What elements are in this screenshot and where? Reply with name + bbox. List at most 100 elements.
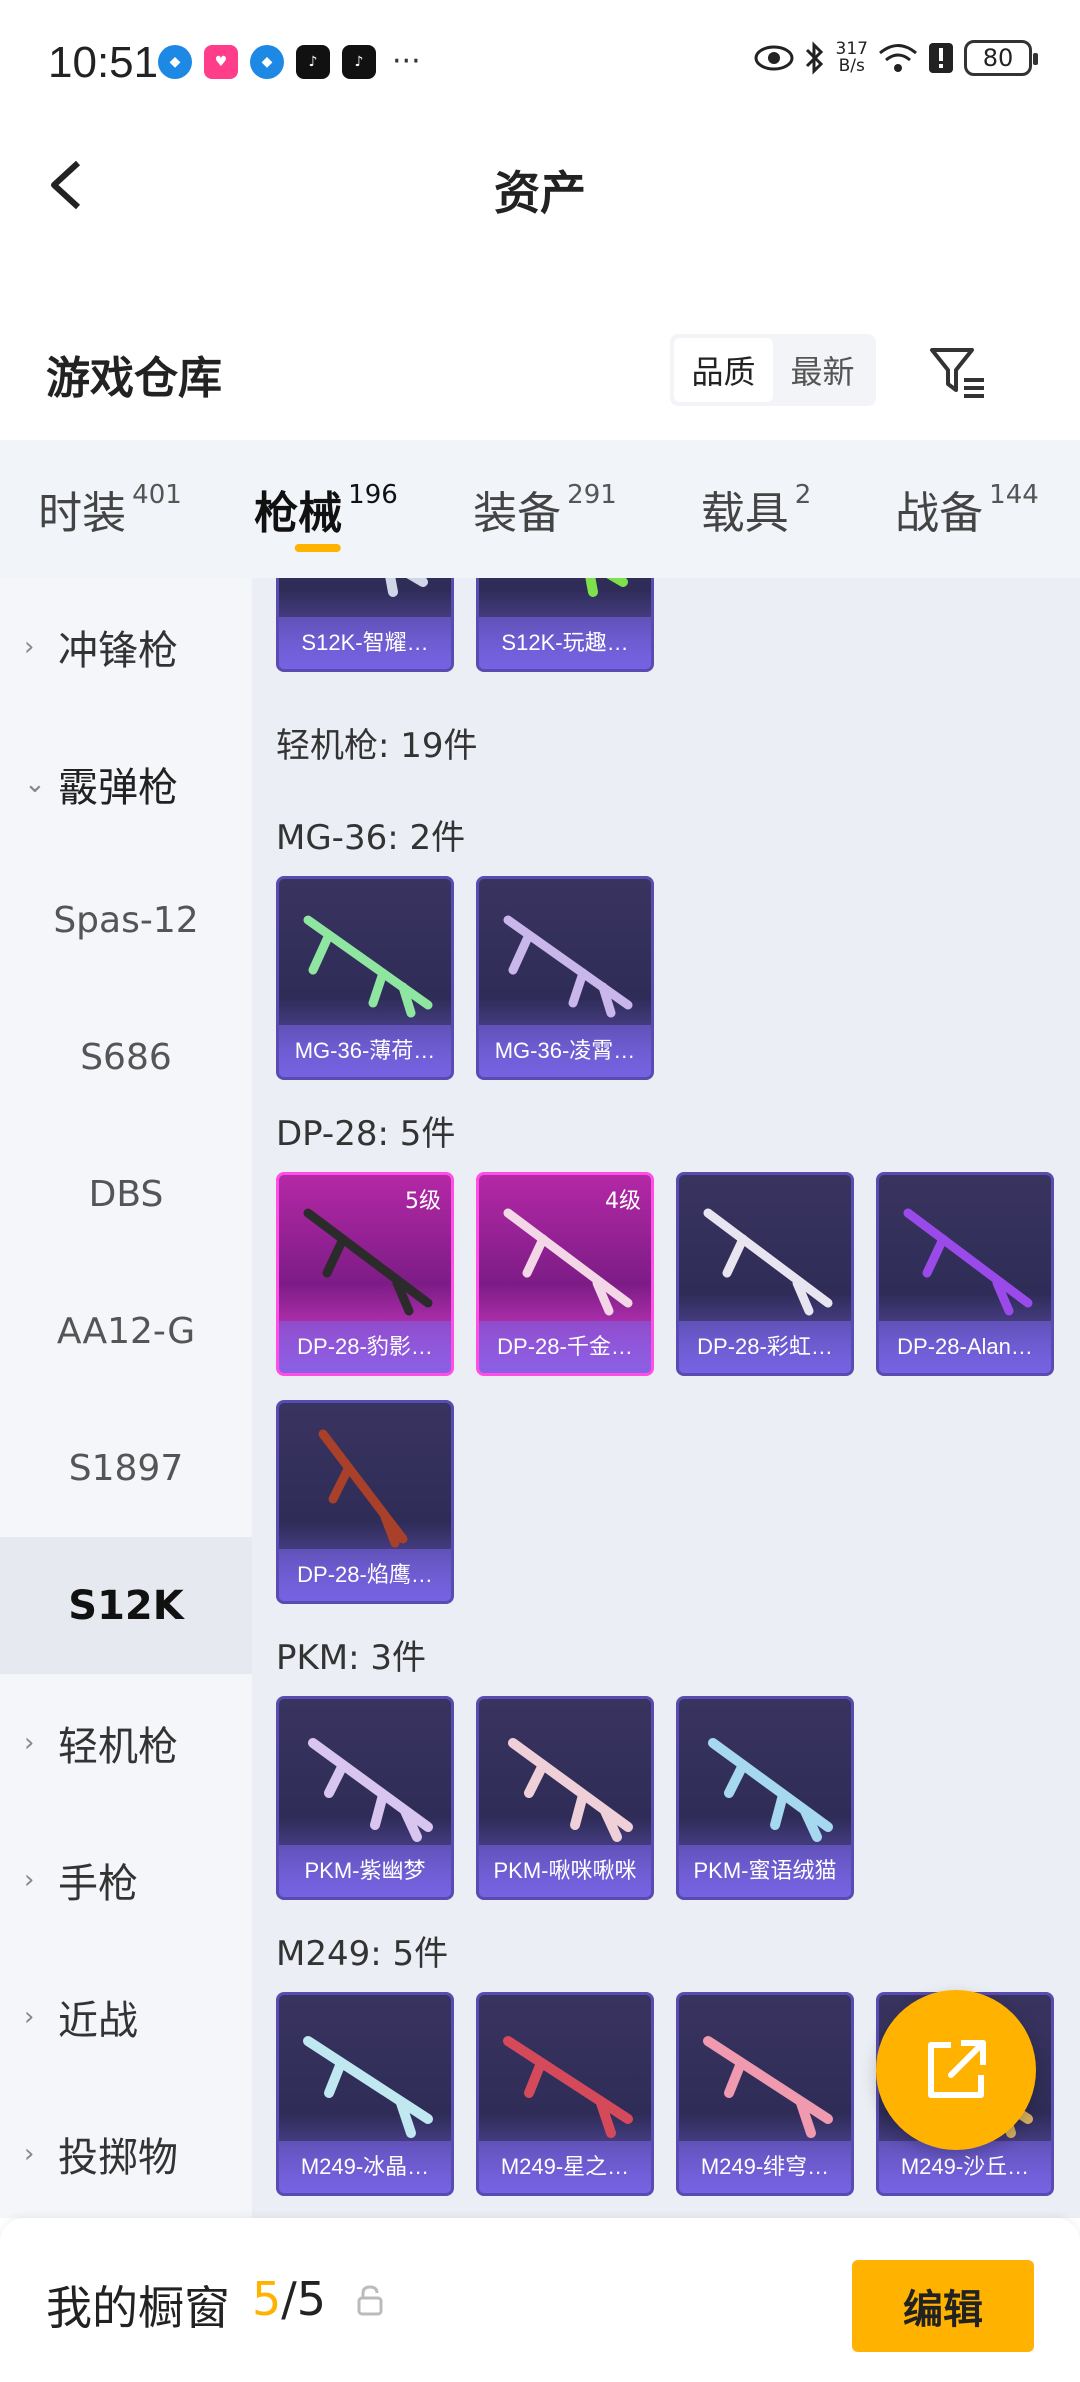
- gun-skin-icon: [303, 1208, 433, 1316]
- weapon-name: MG-36-凌霄…: [479, 1025, 651, 1077]
- weapon-card[interactable]: PKM-蜜语绒猫: [676, 1696, 854, 1900]
- showcase-count: 5/5: [252, 2272, 327, 2326]
- weapon-card[interactable]: M249-冰晶…: [276, 1992, 454, 2196]
- tab-firearms[interactable]: 枪械 196: [220, 440, 432, 578]
- sidebar-item-throwable[interactable]: › 投掷物: [0, 2085, 252, 2222]
- group-title: PKM: 3件: [276, 1638, 427, 1678]
- tiktok-icon: ♪: [296, 44, 330, 79]
- weapon-card[interactable]: M249-绯穹…: [676, 1992, 854, 2196]
- weapon-name: DP-28-彩虹…: [679, 1321, 851, 1373]
- network-speed: 317 B/s: [835, 39, 868, 76]
- weapon-card[interactable]: MG-36-薄荷…: [276, 876, 454, 1080]
- weapon-card[interactable]: DP-28-彩虹…: [676, 1172, 854, 1376]
- category-count-header: 轻机枪: 19件: [276, 726, 478, 766]
- weapon-card[interactable]: DP-28-焰鹰…: [276, 1400, 454, 1604]
- weapon-name: MG-36-薄荷…: [279, 1025, 451, 1077]
- category-tabs: 时装 401 枪械 196 装备 291 载具 2 战备 144: [0, 440, 1080, 578]
- sidebar-item-s686[interactable]: S686: [0, 989, 252, 1126]
- wifi-icon: [879, 44, 917, 72]
- weapon-card[interactable]: M249-星之…: [476, 1992, 654, 2196]
- app-notification-icon: ◆: [158, 44, 192, 79]
- tab-supplies[interactable]: 战备 144: [854, 440, 1080, 578]
- chevron-right-icon: ›: [24, 1727, 35, 1758]
- clock: 10:51: [48, 38, 159, 87]
- tab-equipment[interactable]: 装备 291: [432, 440, 658, 578]
- sidebar-item-s12k[interactable]: S12K: [0, 1537, 252, 1674]
- weapon-name: PKM-紫幽梦: [279, 1845, 451, 1897]
- eye-icon: [754, 45, 794, 71]
- battery-indicator: 80: [964, 40, 1038, 76]
- app-notification-icon: ♥: [204, 44, 238, 79]
- tab-vehicles[interactable]: 载具 2: [658, 440, 854, 578]
- weapon-name: PKM-蜜语绒猫: [679, 1845, 851, 1897]
- weapon-card[interactable]: S12K-智耀…: [276, 578, 454, 672]
- group-title: DP-28: 5件: [276, 1114, 456, 1154]
- sort-toggle: 品质 最新: [670, 334, 876, 406]
- status-indicators: 317 B/s 80: [754, 39, 1038, 76]
- chevron-right-icon: ›: [24, 1864, 35, 1895]
- gun-skin-icon: [708, 1738, 833, 1842]
- sidebar-item-smg[interactable]: › 冲锋枪: [0, 578, 252, 715]
- weapon-card[interactable]: MG-36-凌霄…: [476, 876, 654, 1080]
- weapon-name: M249-绯穹…: [679, 2141, 851, 2193]
- tab-active-indicator: [294, 544, 341, 552]
- gun-skin-icon: [303, 915, 433, 1018]
- filter-icon[interactable]: [926, 340, 990, 404]
- group-title: MG-36: 2件: [276, 818, 466, 858]
- weapon-card[interactable]: 4级 DP-28-千金…: [476, 1172, 654, 1376]
- notification-icons: ◆ ♥ ◆ ♪ ♪ ···: [158, 44, 421, 79]
- weapon-name: DP-28-千金…: [479, 1321, 651, 1373]
- weapon-card[interactable]: PKM-啾咪啾咪: [476, 1696, 654, 1900]
- weapon-card[interactable]: S12K-玩趣…: [476, 578, 654, 672]
- warehouse-header: 游戏仓库 品质 最新: [0, 320, 1080, 440]
- weapon-name: PKM-啾咪啾咪: [479, 1845, 651, 1897]
- chevron-down-icon: ⌄: [24, 768, 46, 799]
- gun-skin-icon: [703, 1208, 833, 1316]
- weapon-name: M249-冰晶…: [279, 2141, 451, 2193]
- weapon-name: DP-28-Alan…: [879, 1321, 1051, 1373]
- sidebar-item-lmg[interactable]: › 轻机枪: [0, 1674, 252, 1811]
- sort-quality-button[interactable]: 品质: [674, 338, 773, 402]
- share-button[interactable]: [876, 1990, 1036, 2150]
- bluetooth-icon: [805, 41, 823, 75]
- sort-latest-button[interactable]: 最新: [773, 338, 872, 402]
- gun-skin-icon: [703, 2036, 833, 2138]
- weapon-card[interactable]: PKM-紫幽梦: [276, 1696, 454, 1900]
- tiktok-icon: ♪: [342, 44, 376, 79]
- lock-icon: [357, 2285, 383, 2316]
- sidebar-item-spas12[interactable]: Spas-12: [0, 852, 252, 989]
- sidebar-item-melee[interactable]: › 近战: [0, 1948, 252, 2085]
- alert-icon: [929, 43, 953, 73]
- tab-fashion[interactable]: 时装 401: [0, 440, 220, 578]
- status-bar: 10:51 ◆ ♥ ◆ ♪ ♪ ··· 317 B/s 80: [0, 0, 1080, 125]
- app-notification-icon: ◆: [250, 44, 284, 79]
- weapon-name: DP-28-焰鹰…: [279, 1549, 451, 1601]
- gun-skin-icon: [503, 2036, 633, 2138]
- weapon-name: DP-28-豹影…: [279, 1321, 451, 1373]
- sidebar-item-aa12g[interactable]: AA12-G: [0, 1263, 252, 1400]
- app-header: 资产: [0, 125, 1080, 250]
- weapon-card[interactable]: 5级 DP-28-豹影…: [276, 1172, 454, 1376]
- page-title: 资产: [494, 166, 586, 220]
- showcase-bar: 我的橱窗 5/5 编辑: [0, 2218, 1080, 2382]
- chevron-right-icon: ›: [24, 2138, 35, 2169]
- sidebar-item-pistol[interactable]: › 手枪: [0, 1811, 252, 1948]
- sidebar-item-s1897[interactable]: S1897: [0, 1400, 252, 1537]
- more-notifications-icon: ···: [392, 44, 421, 79]
- gun-skin-icon: [385, 578, 428, 597]
- gun-skin-icon: [303, 2036, 433, 2138]
- sidebar-item-shotgun[interactable]: ⌄ 霰弹枪: [0, 715, 252, 852]
- gun-skin-icon: [308, 1738, 433, 1842]
- weapon-card[interactable]: DP-28-Alan…: [876, 1172, 1054, 1376]
- gun-skin-icon: [903, 1208, 1033, 1316]
- section-title: 游戏仓库: [46, 353, 222, 404]
- gun-skin-icon: [503, 915, 633, 1018]
- weapon-name: S12K-玩趣…: [479, 617, 651, 669]
- weapon-name: M249-星之…: [479, 2141, 651, 2193]
- chevron-right-icon: ›: [24, 2001, 35, 2032]
- gun-skin-icon: [318, 1429, 408, 1548]
- showcase-label: 我的橱窗: [46, 2281, 230, 2335]
- edit-button[interactable]: 编辑: [852, 2260, 1034, 2352]
- share-external-icon: [928, 2040, 986, 2098]
- sidebar-item-dbs[interactable]: DBS: [0, 1126, 252, 1263]
